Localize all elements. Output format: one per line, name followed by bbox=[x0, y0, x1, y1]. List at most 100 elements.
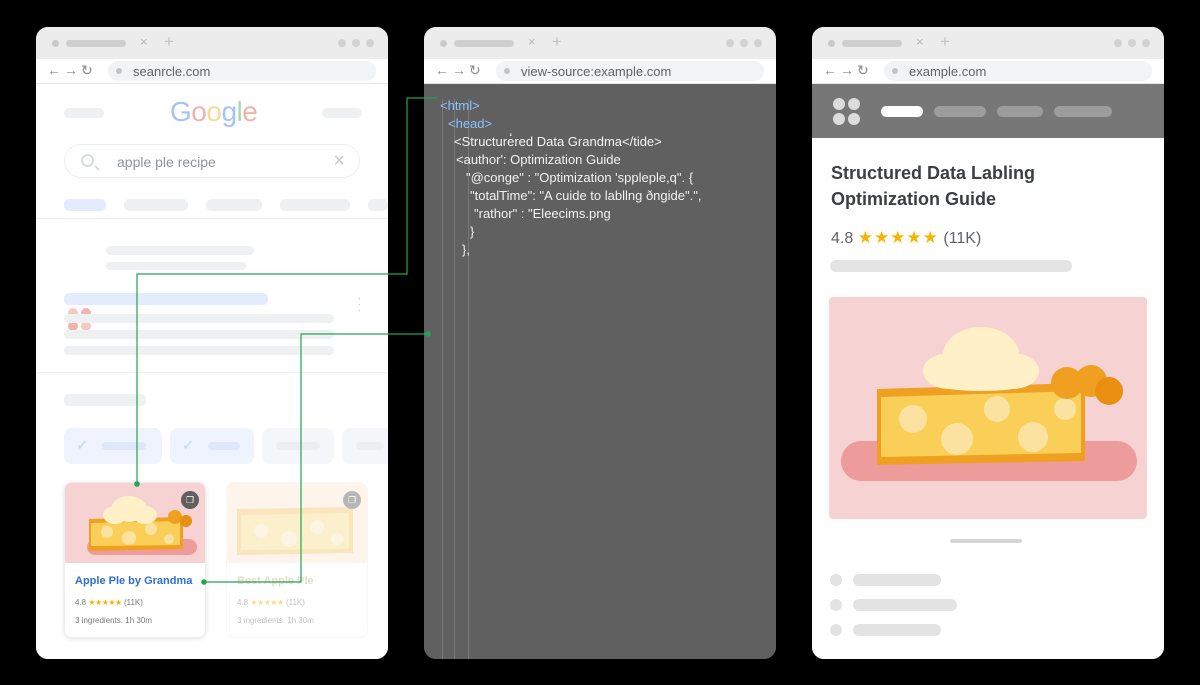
app-grid-icon[interactable] bbox=[833, 98, 861, 126]
list-bullet bbox=[830, 574, 842, 586]
result-snippet-line bbox=[64, 314, 334, 323]
recipe-rating: 4.8 ★★★★★ (11K) bbox=[237, 598, 305, 607]
more-options-icon[interactable]: · · · bbox=[357, 291, 362, 319]
reload-icon[interactable]: ↻ bbox=[857, 62, 872, 78]
minimize-button[interactable] bbox=[726, 39, 734, 47]
carousel-indicator[interactable] bbox=[950, 539, 1022, 543]
url-field[interactable]: example.com bbox=[884, 61, 1152, 81]
forward-icon[interactable]: → bbox=[840, 62, 857, 78]
result-snippet-line bbox=[64, 330, 334, 339]
back-icon[interactable]: ← bbox=[435, 62, 452, 78]
close-tab-icon[interactable]: × bbox=[916, 34, 924, 49]
close-tab-icon[interactable]: × bbox=[528, 34, 536, 49]
filter-chip[interactable] bbox=[342, 428, 388, 464]
site-info-icon[interactable] bbox=[892, 68, 898, 74]
nav-item-active[interactable] bbox=[881, 106, 923, 117]
tab-more[interactable] bbox=[368, 199, 388, 211]
nav-item[interactable] bbox=[1054, 106, 1112, 117]
tab-bar: × + bbox=[36, 27, 388, 59]
window-controls bbox=[1114, 39, 1150, 47]
minimize-button[interactable] bbox=[338, 39, 346, 47]
close-tab-icon[interactable]: × bbox=[140, 34, 148, 49]
tab-title-placeholder[interactable] bbox=[842, 40, 902, 47]
result-snippet-line bbox=[64, 346, 334, 355]
tab-all[interactable] bbox=[64, 199, 106, 211]
result-title-link[interactable] bbox=[64, 293, 268, 305]
window-controls bbox=[726, 39, 762, 47]
code-line: "rathor" : "Eleecims.png bbox=[474, 206, 611, 221]
star-rating-icon: ★★★★★ bbox=[857, 228, 939, 247]
tab-news[interactable] bbox=[280, 199, 350, 211]
pie-illustration bbox=[841, 327, 1137, 481]
address-bar: ←→↻ seanrcle.com bbox=[36, 59, 388, 84]
nav-buttons: ←→↻ bbox=[47, 62, 96, 79]
search-icon bbox=[81, 154, 94, 167]
minimize-button[interactable] bbox=[1114, 39, 1122, 47]
pie-thumbnail: ❐ bbox=[65, 483, 205, 563]
url-text: example.com bbox=[909, 64, 987, 79]
nav-buttons: ←→↻ bbox=[435, 62, 484, 79]
tab-videos[interactable] bbox=[206, 199, 262, 211]
url-field[interactable]: seanrcle.com bbox=[108, 61, 376, 81]
article-subtitle-placeholder bbox=[830, 260, 1072, 272]
forward-icon[interactable]: → bbox=[64, 62, 81, 78]
check-icon: ✓ bbox=[182, 437, 195, 454]
tab-bar: × + bbox=[812, 27, 1164, 59]
url-field[interactable]: view-source:example.com bbox=[496, 61, 764, 81]
star-rating-icon: ★★★★★ bbox=[250, 598, 284, 607]
nav-buttons: ←→↻ bbox=[823, 62, 872, 79]
close-window-button[interactable] bbox=[366, 39, 374, 47]
bookmark-icon[interactable]: ❐ bbox=[181, 491, 199, 509]
close-window-button[interactable] bbox=[1142, 39, 1150, 47]
maximize-button[interactable] bbox=[740, 39, 748, 47]
maximize-button[interactable] bbox=[352, 39, 360, 47]
tab-images[interactable] bbox=[124, 199, 188, 211]
indent-guide bbox=[454, 99, 455, 659]
list-item bbox=[853, 574, 941, 586]
section-heading bbox=[64, 394, 146, 406]
filter-chip[interactable]: ✓ bbox=[170, 428, 254, 464]
recipe-title-link[interactable]: Apple Ple by Grandma bbox=[75, 575, 192, 587]
check-icon: ✓ bbox=[76, 437, 89, 454]
new-tab-icon[interactable]: + bbox=[164, 32, 174, 52]
back-icon[interactable]: ← bbox=[47, 62, 64, 78]
filter-chip[interactable]: ✓ bbox=[64, 428, 162, 464]
bookmark-icon[interactable]: ❐ bbox=[343, 491, 361, 509]
tab-title-placeholder[interactable] bbox=[66, 40, 126, 47]
recipe-card[interactable]: ❐ Apple Ple by Grandma 4.8 ★★★★★ (11K) 3… bbox=[64, 482, 206, 638]
source-code-view[interactable]: <html> <head> <Structure̒red Data Grandm… bbox=[424, 85, 776, 659]
window-controls bbox=[338, 39, 374, 47]
url-text: view-source:example.com bbox=[521, 64, 672, 79]
code-line: "@conge" : "Optimization 'sppleple,q". { bbox=[466, 170, 694, 185]
new-tab-icon[interactable]: + bbox=[552, 32, 562, 52]
address-bar: ←→↻ example.com bbox=[812, 59, 1164, 84]
favicon-icon bbox=[828, 40, 835, 47]
forward-icon[interactable]: → bbox=[452, 62, 469, 78]
search-input[interactable]: apple ple recipe × bbox=[64, 144, 360, 178]
reload-icon[interactable]: ↻ bbox=[469, 62, 484, 78]
address-bar: ←→↻ view-source:example.com bbox=[424, 59, 776, 84]
result-site-name bbox=[106, 246, 254, 255]
tab-title-placeholder[interactable] bbox=[454, 40, 514, 47]
site-info-icon[interactable] bbox=[116, 68, 122, 74]
clear-search-icon[interactable]: × bbox=[333, 150, 345, 173]
code-line: <Structure̒red Data Grandma</tide> bbox=[454, 134, 662, 149]
new-tab-icon[interactable]: + bbox=[940, 32, 950, 52]
filter-chip[interactable] bbox=[262, 428, 334, 464]
list-bullet bbox=[830, 624, 842, 636]
recipe-card[interactable]: ❐ Best Apple Ple 4.8 ★★★★★ (11K) 3 ingre… bbox=[226, 482, 368, 638]
maximize-button[interactable] bbox=[1128, 39, 1136, 47]
site-header bbox=[812, 84, 1164, 138]
code-line: }, bbox=[462, 242, 470, 257]
back-icon[interactable]: ← bbox=[823, 62, 840, 78]
recipe-title-link[interactable]: Best Apple Ple bbox=[237, 575, 314, 587]
close-window-button[interactable] bbox=[754, 39, 762, 47]
account-placeholder bbox=[322, 108, 362, 118]
reload-icon[interactable]: ↻ bbox=[81, 62, 96, 78]
nav-item[interactable] bbox=[997, 106, 1043, 117]
site-info-icon[interactable] bbox=[504, 68, 510, 74]
list-bullet bbox=[830, 599, 842, 611]
nav-item[interactable] bbox=[934, 106, 986, 117]
code-line: <author': Optimization Guide bbox=[456, 152, 621, 167]
article-title: Structured Data Labling Optimization Gui… bbox=[831, 163, 1036, 209]
